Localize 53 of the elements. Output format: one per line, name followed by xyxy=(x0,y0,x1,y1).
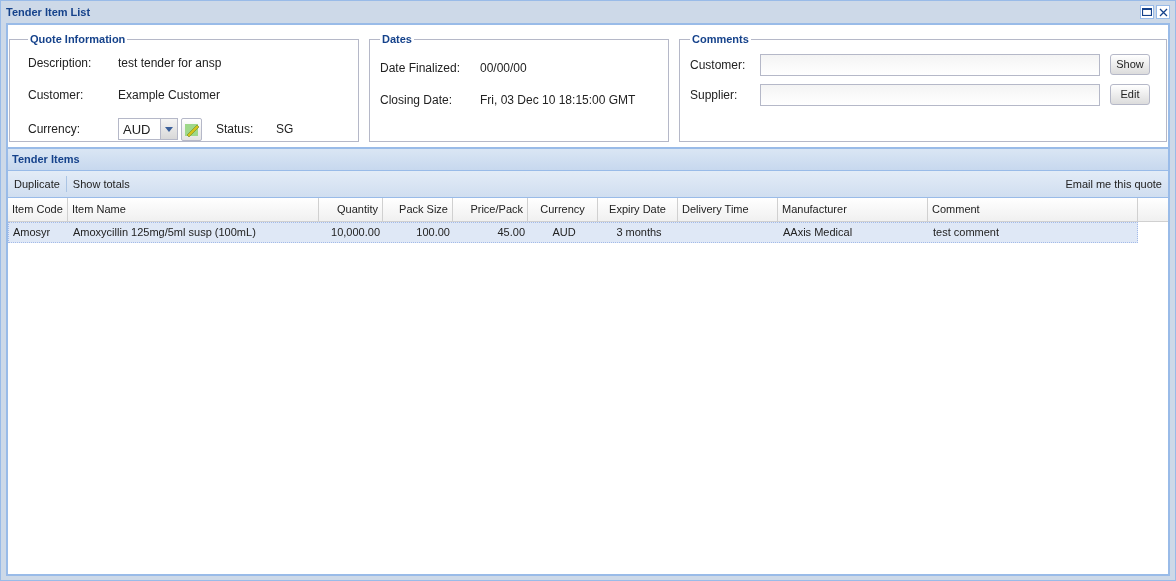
field-label: Description: xyxy=(28,54,93,72)
column-header[interactable]: Item Name xyxy=(68,198,319,221)
pencil-icon xyxy=(183,121,200,137)
maximize-icon xyxy=(1142,8,1152,16)
table-cell-text: 3 months xyxy=(615,225,663,241)
close-icon xyxy=(1158,7,1168,17)
section-title: Tender Items xyxy=(12,152,80,168)
column-header[interactable]: Expiry Date xyxy=(598,198,678,221)
column-header[interactable]: Item Code xyxy=(8,198,68,221)
edit-button[interactable] xyxy=(181,117,202,141)
field-value: Example Customer xyxy=(118,86,222,104)
column-header[interactable]: Comment xyxy=(928,198,1138,221)
field-label: Status: xyxy=(216,121,255,138)
currency-dropdown[interactable]: AUD xyxy=(118,118,178,140)
edit-button[interactable]: Edit xyxy=(1110,84,1150,105)
email-quote-button[interactable]: Email me this quote xyxy=(1061,175,1166,193)
caret-icon xyxy=(165,126,173,132)
toolbar-button[interactable]: Show totals xyxy=(68,175,134,193)
field-label: Customer: xyxy=(690,56,747,74)
table-row[interactable]: Amosyr Amoxycillin 125mg/5ml susp (100mL) 10,000.00 100.00 45.00 AUD 3 months AAxis Medical test comment xyxy=(8,222,1138,243)
table-cell-text: AUD xyxy=(551,225,577,241)
panel-title: Dates xyxy=(381,32,413,47)
field-value: Fri, 03 Dec 10 18:15:00 GMT xyxy=(480,91,637,109)
column-header[interactable]: Manufacturer xyxy=(778,198,928,221)
column-header[interactable]: Quantity xyxy=(319,198,383,221)
table-cell-text: 45.00 xyxy=(496,225,526,241)
field-label: Supplier: xyxy=(690,86,739,104)
maximize-button[interactable] xyxy=(1140,5,1154,19)
panel-title: Quote Information xyxy=(29,32,127,47)
panel-title: Comments xyxy=(691,32,750,47)
column-header[interactable]: Delivery Time xyxy=(678,198,778,221)
field-label: Currency: xyxy=(28,121,81,138)
show-button[interactable]: Show xyxy=(1110,54,1150,75)
table-cell-text: test comment xyxy=(932,225,1001,241)
field-value: 00/00/00 xyxy=(480,59,528,77)
window-title: Tender Item List xyxy=(6,4,91,20)
column-header[interactable]: Pack Size xyxy=(383,198,453,221)
table-cell-text: Amosyr xyxy=(12,225,52,241)
field-value: SG xyxy=(276,121,294,138)
comment-input-field[interactable] xyxy=(760,53,1100,76)
table-cell-text: 10,000.00 xyxy=(330,225,381,241)
column-header[interactable]: Currency xyxy=(528,198,598,221)
field-value: test tender for ansp xyxy=(118,54,223,72)
field-label: Date Finalized: xyxy=(380,59,462,77)
close-button[interactable] xyxy=(1156,5,1170,19)
comment-input-field[interactable] xyxy=(760,83,1100,106)
field-label: Closing Date: xyxy=(380,91,454,109)
table-cell-text: AAxis Medical xyxy=(782,225,854,241)
column-header[interactable]: Price/Pack xyxy=(453,198,528,221)
table-cell-text: 100.00 xyxy=(415,225,451,241)
field-label: Customer: xyxy=(28,86,85,104)
toolbar-button[interactable]: Duplicate xyxy=(10,175,64,193)
table-cell-text: Amoxycillin 125mg/5ml susp (100mL) xyxy=(72,225,257,241)
